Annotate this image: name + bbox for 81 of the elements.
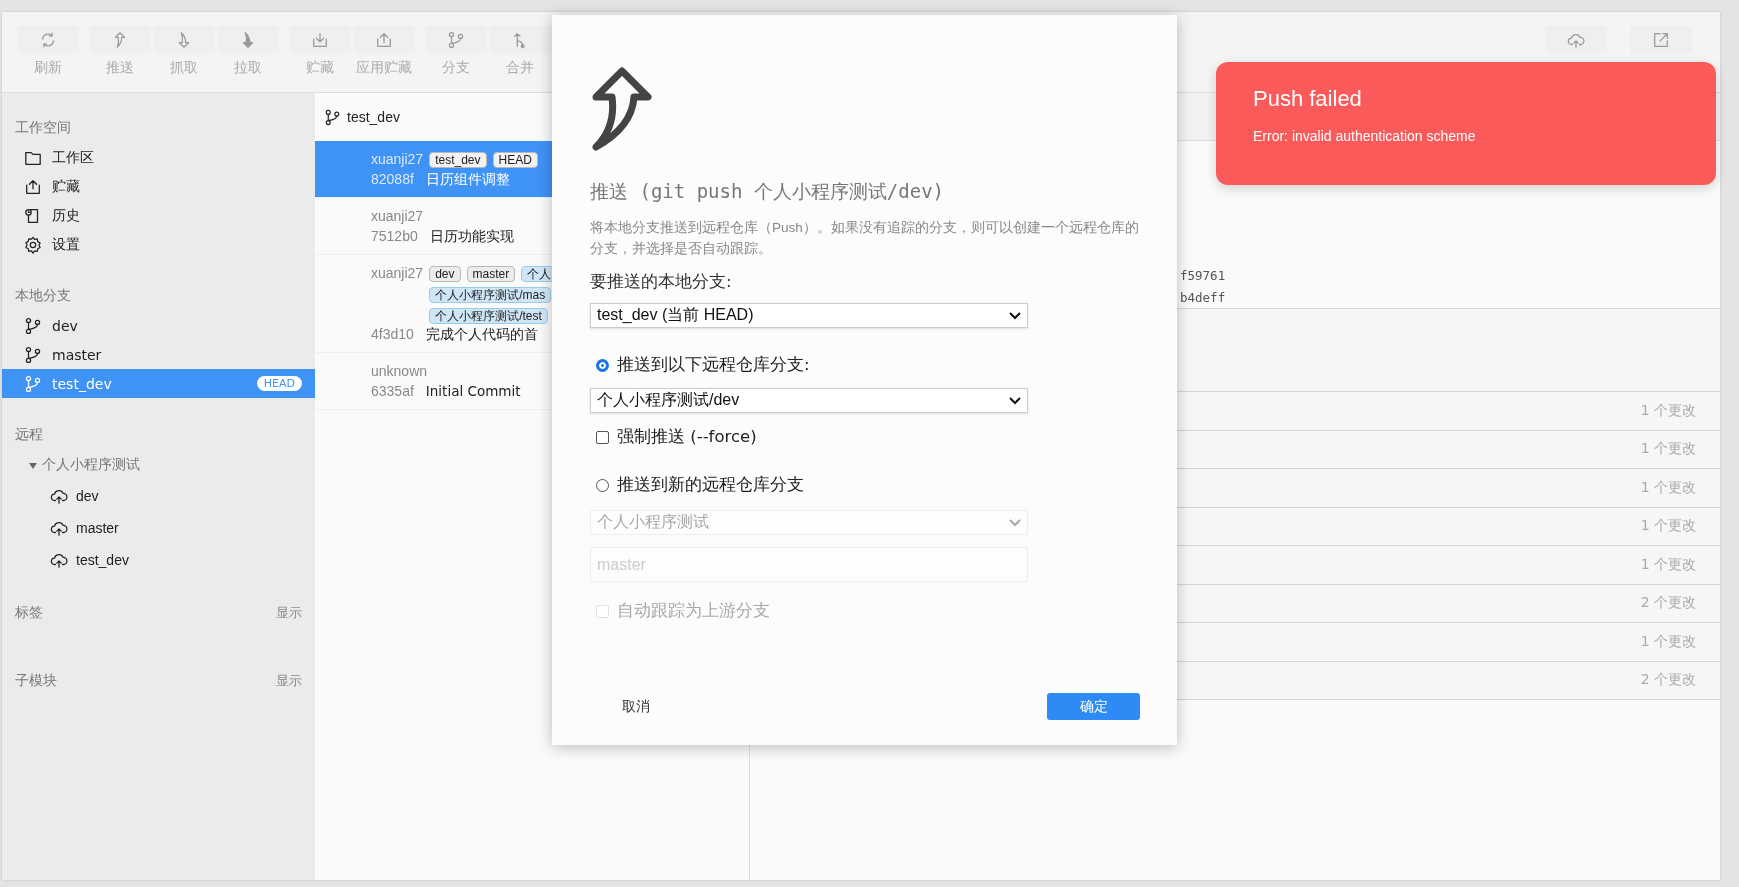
ref-tag: master xyxy=(466,266,516,282)
tree-item[interactable]: 个人小程序测试 xyxy=(42,456,140,474)
sidebar-item[interactable]: 工作区 xyxy=(2,143,315,172)
field-label: 要推送的本地分支: xyxy=(590,271,733,293)
checkbox[interactable] xyxy=(596,430,609,444)
item-label: 工作区 xyxy=(52,148,95,167)
commit-hash: 7512b0 xyxy=(371,227,418,246)
sidebar-item[interactable]: dev xyxy=(2,311,315,340)
branch-icon xyxy=(24,345,42,364)
checkbox-label: 自动跟踪为上游分支 xyxy=(617,600,770,622)
section-title: 子模块 xyxy=(15,672,57,690)
tree-item[interactable]: test_dev xyxy=(76,552,129,568)
toolbar-button[interactable] xyxy=(1630,26,1692,53)
change-count: 1 个更改 xyxy=(1640,632,1696,651)
toast-message: Error: invalid authentication scheme xyxy=(1253,128,1477,144)
head-badge: HEAD xyxy=(256,376,302,391)
change-count: 1 个更改 xyxy=(1640,555,1696,574)
option-label: 推送到新的远程仓库分支 xyxy=(617,474,804,496)
commit-message: Initial Commit xyxy=(425,382,521,401)
sidebar-item[interactable]: 贮藏 xyxy=(2,172,315,201)
branch-title: test_dev xyxy=(347,109,400,125)
upload-tray-icon xyxy=(24,177,42,196)
cloud-icon xyxy=(50,551,68,569)
download-tray-icon xyxy=(310,30,329,49)
chevron-icon xyxy=(1009,396,1021,405)
chevron-icon xyxy=(1009,311,1021,320)
radio-button[interactable] xyxy=(596,478,609,492)
item-label: 贮藏 xyxy=(52,177,81,196)
commit-hash: f59761 xyxy=(1180,268,1226,283)
branch-icon xyxy=(324,108,341,126)
branch-select[interactable]: test_dev (当前 HEAD) xyxy=(590,303,1028,328)
upload-tray-icon xyxy=(374,30,393,49)
item-label: 设置 xyxy=(52,235,81,254)
section-title: 工作空间 xyxy=(15,119,71,137)
section-title: 标签 xyxy=(15,604,43,622)
ref-tag: test_dev xyxy=(429,152,487,168)
branch-select[interactable]: 个人小程序测试/dev xyxy=(590,388,1028,413)
radio-button[interactable] xyxy=(596,358,609,372)
commit-message: 日历功能实现 xyxy=(429,227,514,246)
branch-icon xyxy=(446,30,465,49)
section-title: 本地分支 xyxy=(15,287,71,305)
chevron-icon xyxy=(1009,518,1021,527)
remote-ref-tag: 个人小程序测试/mas xyxy=(429,287,552,303)
section-title: 远程 xyxy=(15,426,43,444)
branch-icon xyxy=(24,374,42,393)
commit-hash: 82088f xyxy=(371,170,414,189)
toast-title: Push failed xyxy=(1253,86,1363,112)
sidebar-item[interactable]: 历史 xyxy=(2,201,315,230)
checkbox-label: 强制推送 (--force) xyxy=(617,426,757,448)
sidebar-item[interactable]: master xyxy=(2,340,315,369)
commit-author: xuanji27 xyxy=(371,264,424,283)
ref-tag: dev xyxy=(429,266,461,282)
external-link-icon xyxy=(1652,30,1670,49)
cloud-icon xyxy=(50,519,68,537)
change-count: 1 个更改 xyxy=(1640,517,1696,536)
item-label: 历史 xyxy=(52,206,81,225)
sidebar-item[interactable]: 设置 xyxy=(2,230,315,259)
commit-author: xuanji27 xyxy=(371,150,424,169)
up-arrow-icon xyxy=(590,65,654,151)
remote-ref-tag: 个人小程序测试/test xyxy=(429,308,548,324)
item-label: master xyxy=(52,346,103,363)
change-count: 2 个更改 xyxy=(1640,671,1696,690)
commit-hash: 6335af xyxy=(371,382,414,401)
tree-item[interactable]: dev xyxy=(76,488,99,504)
commit-message: 完成个人代码的首 xyxy=(425,325,538,344)
cloud-icon xyxy=(50,487,68,505)
change-count: 1 个更改 xyxy=(1640,401,1696,420)
ref-tag: HEAD xyxy=(492,152,538,168)
commit-message: 日历组件调整 xyxy=(425,170,510,189)
commit-author: unknown xyxy=(371,362,428,381)
settings-icon xyxy=(24,235,42,254)
tree-item[interactable]: master xyxy=(76,520,119,536)
item-label: dev xyxy=(52,317,79,334)
commit-author: xuanji27 xyxy=(371,207,424,226)
commit-hash: b4deff xyxy=(1180,290,1226,305)
commit-hash: 4f3d10 xyxy=(371,325,414,344)
branch-icon xyxy=(24,316,42,335)
item-label: test_dev xyxy=(52,375,113,392)
change-count: 1 个更改 xyxy=(1640,440,1696,459)
change-count: 1 个更改 xyxy=(1640,478,1696,497)
change-count: 2 个更改 xyxy=(1640,594,1696,613)
